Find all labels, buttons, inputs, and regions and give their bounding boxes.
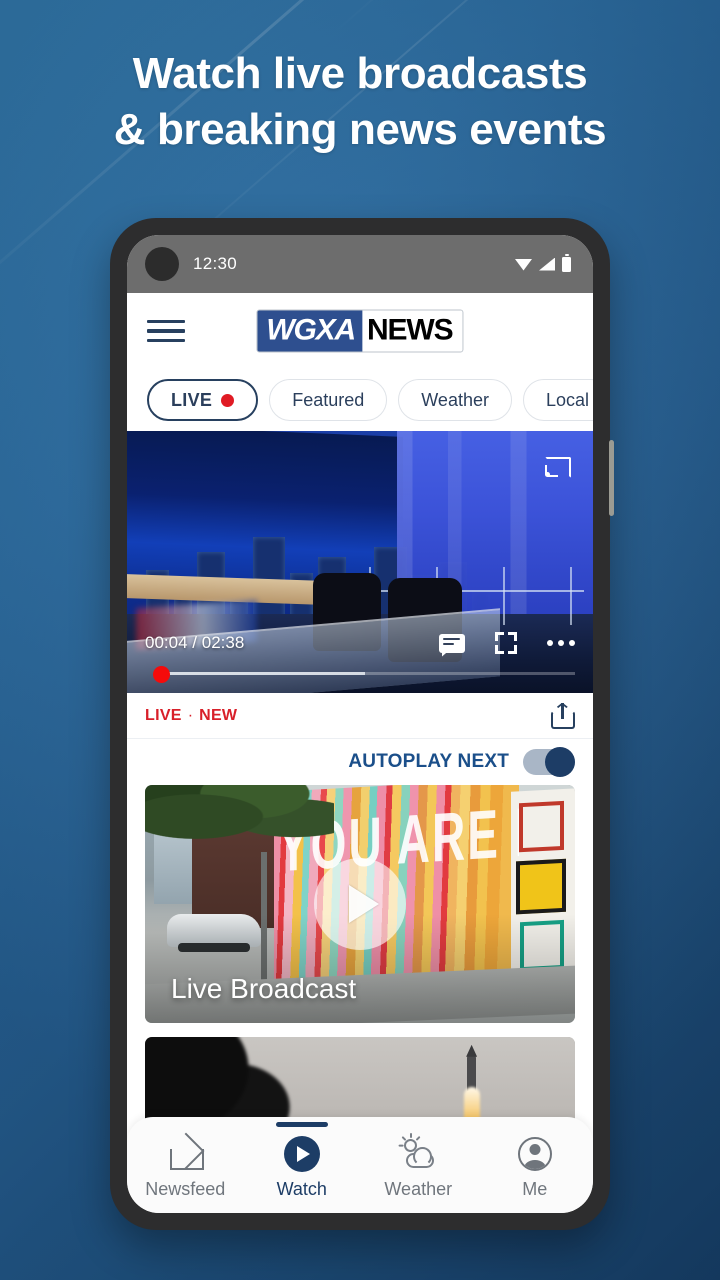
hamburger-line [147, 329, 185, 333]
phone-mockup: 12:30 WGXA NEWS LIVE Featured Weather Lo… [110, 218, 614, 1230]
sun-cloud-icon [398, 1133, 437, 1172]
tab-featured[interactable]: Featured [269, 379, 388, 421]
new-badge: NEW [199, 706, 238, 724]
category-tab-strip[interactable]: LIVE Featured Weather Local [127, 369, 593, 431]
player-time-display: 00:04 / 02:38 [145, 633, 244, 653]
signal-icon [539, 257, 555, 271]
live-indicator-dot [221, 393, 235, 407]
closed-captions-icon[interactable] [439, 633, 465, 653]
status-bar-clock: 12:30 [193, 254, 238, 273]
more-options-icon[interactable] [547, 640, 575, 646]
card-tree-canopy [145, 785, 335, 847]
status-bar: 12:30 [127, 235, 593, 293]
progress-buffer [163, 672, 366, 675]
promo-headline-line-2: & breaking news events [113, 105, 607, 155]
tab-live-label: LIVE [171, 389, 213, 410]
wifi-icon [515, 259, 532, 271]
phone-side-button[interactable] [609, 440, 614, 516]
player-time-separator: / [192, 633, 198, 652]
cast-icon[interactable] [545, 457, 571, 478]
phone-screen: 12:30 WGXA NEWS LIVE Featured Weather Lo… [127, 235, 593, 1213]
status-bar-icons [515, 254, 571, 272]
nav-item-weather[interactable]: Weather [360, 1130, 477, 1200]
nav-label-weather: Weather [384, 1179, 453, 1199]
rocket-card-rocket [467, 1053, 477, 1091]
tab-weather[interactable]: Weather [398, 379, 512, 421]
player-controls-row: 00:04 / 02:38 [145, 623, 575, 663]
player-progress-bar[interactable] [145, 665, 575, 683]
brand-logo-secondary: NEWS [361, 310, 463, 352]
player-controls: 00:04 / 02:38 [127, 623, 593, 693]
hamburger-menu-icon[interactable] [147, 319, 185, 343]
promo-headline-line-1: Watch live broadcasts [132, 49, 588, 98]
tab-live[interactable]: LIVE [147, 379, 259, 421]
video-card-live-broadcast[interactable]: YOU ARE BEAUTIFUL Live Broadcast [145, 785, 575, 1023]
share-icon[interactable] [551, 702, 575, 729]
play-button-icon[interactable] [314, 858, 406, 950]
hamburger-line [147, 319, 185, 324]
brand-logo[interactable]: WGXA NEWS [256, 309, 464, 353]
live-badge: LIVE [145, 706, 182, 724]
nav-label-me: Me [522, 1179, 548, 1199]
tab-featured-label: Featured [292, 389, 365, 410]
player-current-time: 00:04 [145, 633, 188, 652]
autoplay-row: AUTOPLAY NEXT [127, 739, 593, 785]
play-circle-icon [283, 1136, 320, 1172]
person-icon [517, 1136, 552, 1172]
video-meta-row: LIVE · NEW [127, 693, 593, 739]
badge-separator: · [187, 706, 194, 724]
autoplay-label: AUTOPLAY NEXT [348, 751, 509, 772]
play-triangle [349, 885, 379, 923]
player-icon-group [439, 632, 575, 654]
bottom-navigation-bar[interactable]: Newsfeed Watch Weather Me [127, 1117, 593, 1213]
app-header: WGXA NEWS [127, 293, 593, 369]
progress-scrubber-handle[interactable] [153, 666, 170, 683]
video-card-list: YOU ARE BEAUTIFUL Live Broadcast [127, 785, 593, 1157]
home-icon [168, 1136, 205, 1172]
card-caption: Live Broadcast [171, 973, 357, 1004]
brand-logo-primary: WGXA [257, 310, 362, 352]
hamburger-line [147, 338, 185, 343]
nav-label-watch: Watch [276, 1179, 327, 1199]
tab-local[interactable]: Local [522, 379, 593, 421]
tab-local-label: Local [545, 389, 589, 410]
nav-item-newsfeed[interactable]: Newsfeed [127, 1130, 244, 1200]
fullscreen-icon[interactable] [495, 632, 517, 654]
nav-item-watch[interactable]: Watch [244, 1130, 361, 1200]
autoplay-toggle[interactable] [523, 747, 575, 777]
autoplay-toggle-knob [545, 747, 575, 777]
tab-weather-label: Weather [421, 389, 489, 410]
player-duration: 02:38 [201, 633, 245, 652]
nav-item-me[interactable]: Me [477, 1130, 594, 1200]
battery-icon [562, 254, 571, 272]
front-camera-punchhole [145, 247, 179, 281]
video-player[interactable]: 00:04 / 02:38 [127, 431, 593, 693]
promo-headline: Watch live broadcasts & breaking news ev… [0, 46, 720, 159]
nav-label-newsfeed: Newsfeed [145, 1179, 226, 1199]
share-icon-arrow [561, 702, 564, 719]
